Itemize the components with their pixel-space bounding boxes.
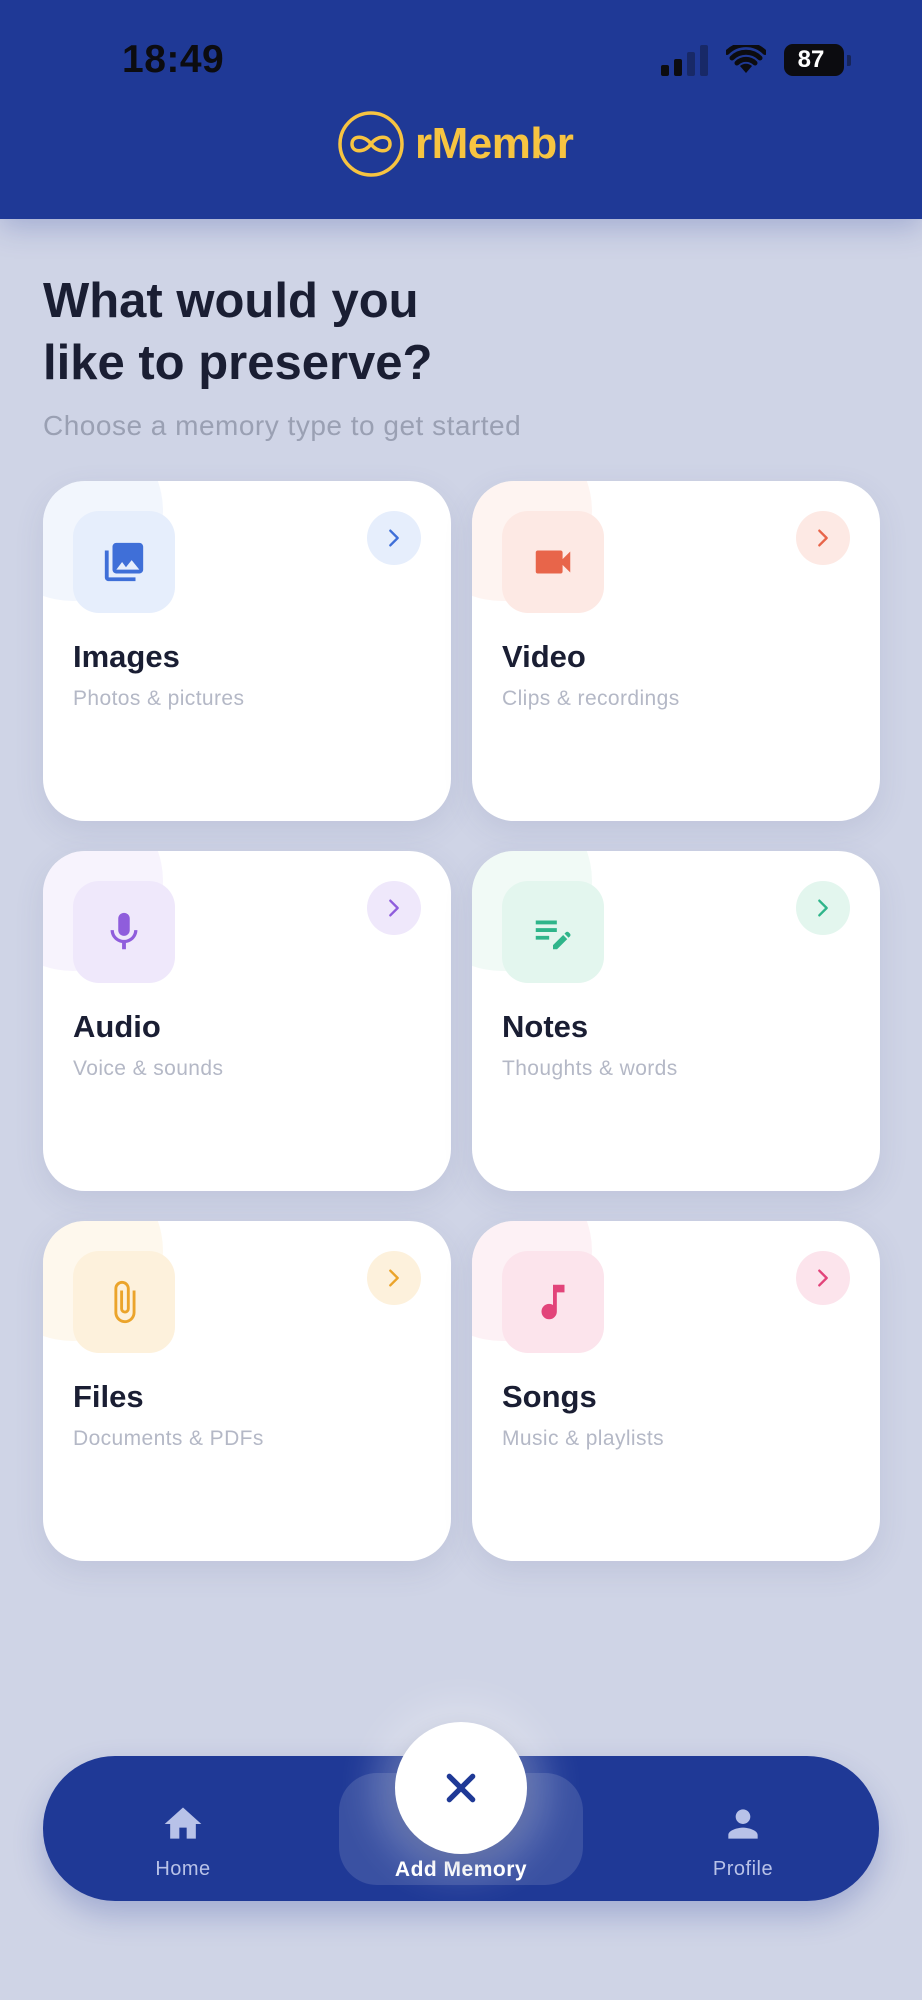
- cellular-signal-icon: [661, 44, 708, 76]
- page-title-line-2: like to preserve?: [43, 336, 433, 390]
- video-camera-icon: [502, 511, 604, 613]
- microphone-icon: [73, 881, 175, 983]
- memory-type-card-audio[interactable]: Audio Voice & sounds: [43, 851, 451, 1191]
- memory-type-card-notes[interactable]: Notes Thoughts & words: [472, 851, 880, 1191]
- battery-indicator: 87: [784, 44, 851, 76]
- memory-type-card-songs[interactable]: Songs Music & playlists: [472, 1221, 880, 1561]
- nav-profile-label: Profile: [712, 1858, 774, 1880]
- memory-type-card-files[interactable]: Files Documents & PDFs: [43, 1221, 451, 1561]
- chevron-right-icon: [796, 1251, 850, 1305]
- app-logo: rMembr: [337, 110, 574, 178]
- page-title-line-1: What would you: [43, 274, 419, 328]
- card-title: Files: [73, 1379, 144, 1414]
- nav-home[interactable]: Home: [133, 1756, 233, 1901]
- note-edit-icon: [502, 881, 604, 983]
- nav-profile[interactable]: Profile: [693, 1756, 793, 1901]
- card-subtitle: Photos & pictures: [73, 687, 245, 710]
- app-name: rMembr: [415, 119, 574, 168]
- chevron-right-icon: [367, 511, 421, 565]
- wifi-icon: [726, 45, 766, 73]
- status-time: 18:49: [122, 38, 225, 81]
- chevron-right-icon: [367, 881, 421, 935]
- card-subtitle: Clips & recordings: [502, 687, 680, 710]
- person-icon: [728, 1809, 758, 1839]
- chevron-right-icon: [367, 1251, 421, 1305]
- app-header: 18:49 87 rMembr: [0, 0, 922, 219]
- music-note-icon: [502, 1251, 604, 1353]
- card-title: Audio: [73, 1009, 161, 1044]
- card-subtitle: Documents & PDFs: [73, 1427, 264, 1450]
- chevron-right-icon: [796, 511, 850, 565]
- page-title: What would you like to preserve?: [43, 270, 643, 394]
- infinity-logo-icon: [338, 111, 404, 177]
- page-subtitle: Choose a memory type to get started: [43, 410, 522, 441]
- card-title: Notes: [502, 1009, 589, 1044]
- add-memory-close-button[interactable]: [395, 1722, 527, 1854]
- card-title: Video: [502, 639, 586, 674]
- nav-home-label: Home: [155, 1858, 211, 1880]
- card-title: Songs: [502, 1379, 597, 1414]
- card-subtitle: Thoughts & words: [502, 1057, 678, 1080]
- card-title: Images: [73, 639, 180, 674]
- card-subtitle: Music & playlists: [502, 1427, 665, 1450]
- memory-type-card-images[interactable]: Images Photos & pictures: [43, 481, 451, 821]
- card-subtitle: Voice & sounds: [73, 1057, 224, 1080]
- status-icons: 87: [661, 44, 851, 76]
- memory-type-card-video[interactable]: Video Clips & recordings: [472, 481, 880, 821]
- close-icon: [446, 1773, 476, 1803]
- image-icon: [73, 511, 175, 613]
- paperclip-icon: [73, 1251, 175, 1353]
- nav-add-memory-label: Add Memory: [394, 1858, 528, 1881]
- chevron-right-icon: [796, 881, 850, 935]
- home-icon: [164, 1807, 202, 1839]
